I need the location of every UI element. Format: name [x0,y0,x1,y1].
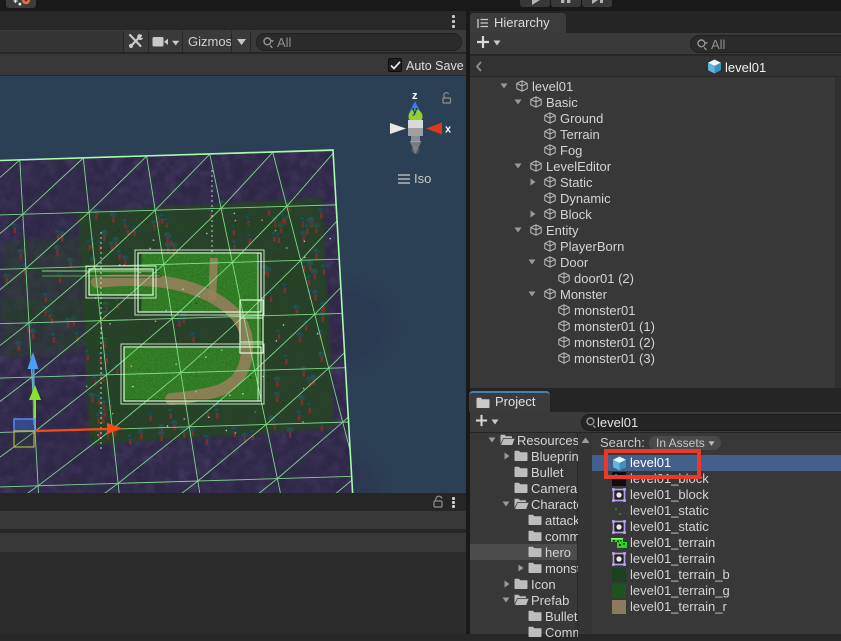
svg-text:y: y [412,106,418,117]
svg-text:x: x [445,124,452,136]
svg-text:Iso: Iso [414,171,431,186]
svg-text:z: z [412,90,418,102]
